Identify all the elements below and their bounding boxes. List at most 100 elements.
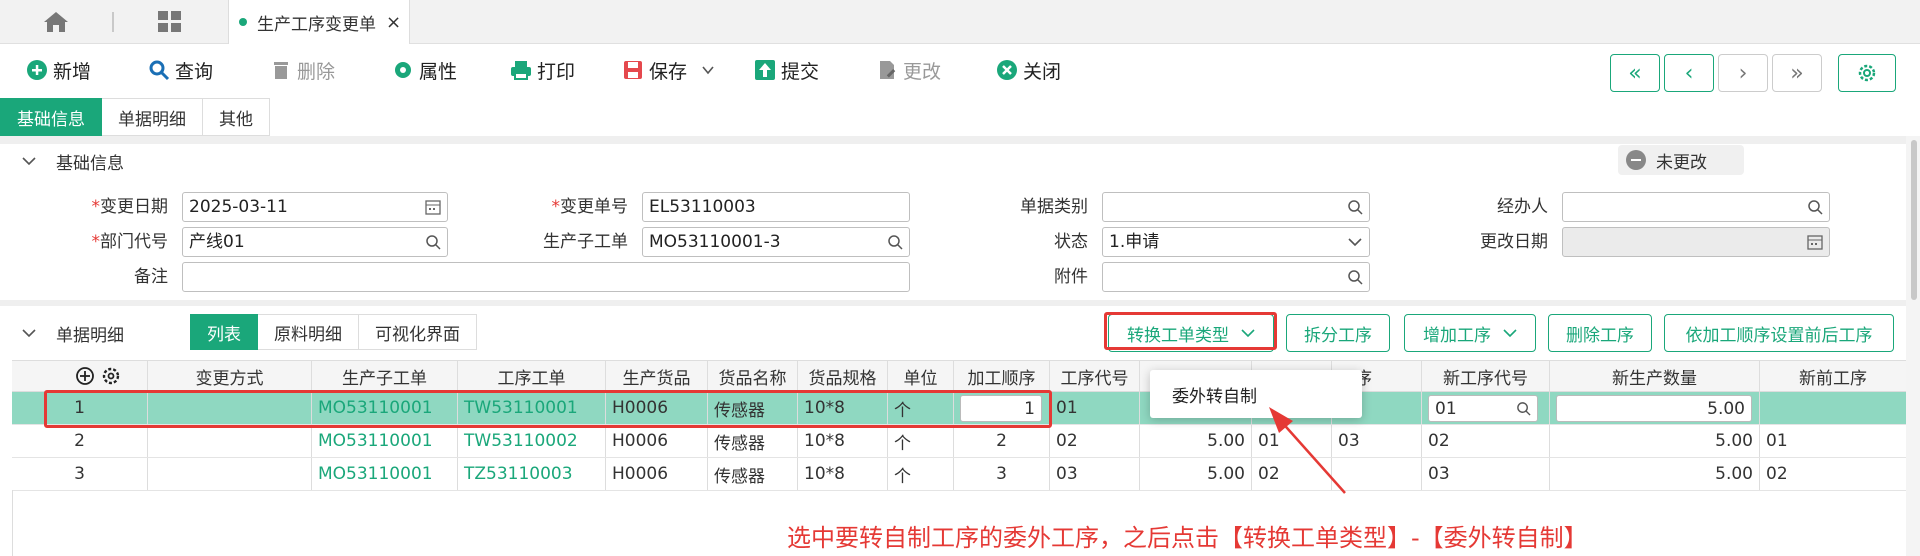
new-qty-input[interactable]: 5.00 — [1556, 395, 1752, 422]
cell-sub-order-link[interactable]: MO53110001 — [312, 425, 458, 457]
cell-method[interactable] — [148, 425, 312, 457]
change-date-field[interactable]: 2025-03-11 — [182, 192, 448, 222]
split-process-button[interactable]: 拆分工序 — [1286, 314, 1390, 352]
cell-method[interactable] — [148, 458, 312, 490]
set-order-button[interactable]: 依加工顺序设置前后工序 — [1664, 314, 1894, 352]
col-goods-name[interactable]: 货品名称 — [708, 361, 798, 391]
print-button[interactable]: 打印 — [510, 56, 575, 84]
tab-doc-detail[interactable]: 单据明细 — [102, 98, 203, 136]
cell-new-qty-wrap: 5.00 — [1550, 392, 1760, 424]
table-row[interactable]: 2 MO53110001 TW53110002 H0006 传感器 10*8 个… — [12, 425, 1906, 458]
search-icon[interactable] — [1807, 199, 1823, 215]
tab-basic-info[interactable]: 基础信息 — [0, 98, 102, 136]
search-icon[interactable] — [425, 234, 441, 250]
col-proc-code[interactable]: 工序代号 — [1050, 361, 1140, 391]
header-tools — [12, 361, 148, 391]
menu-item-outsource-to-self[interactable]: 委外转自制 — [1172, 382, 1257, 407]
cell-new-code-wrap: 01 — [1422, 392, 1550, 424]
status-badge: 未更改 — [1618, 145, 1744, 175]
tab-list[interactable]: 列表 — [190, 314, 258, 350]
cell-process-order-link[interactable]: TW53110002 — [458, 425, 606, 457]
doc-type-field[interactable] — [1102, 192, 1370, 222]
modify-button[interactable]: 更改 — [876, 56, 941, 84]
change-no-field[interactable]: EL53110003 — [642, 192, 910, 222]
col-new-prev[interactable]: 新前工序 — [1760, 361, 1906, 391]
col-goods[interactable]: 生产货品 — [606, 361, 708, 391]
chevron-down-icon[interactable] — [701, 63, 715, 77]
add-circle-icon[interactable] — [75, 366, 95, 386]
grid-border — [12, 490, 13, 556]
chevron-down-icon[interactable] — [1347, 234, 1363, 250]
new-code-input[interactable]: 01 — [1428, 395, 1538, 422]
tab-change-order[interactable]: 生产工序变更单 × — [228, 0, 410, 44]
instruction-annotation: 选中要转自制工序的委外工序，之后点击【转换工单类型】-【委外转自制】 — [787, 524, 1588, 552]
tab-other[interactable]: 其他 — [203, 98, 270, 136]
close-icon[interactable]: × — [386, 12, 401, 33]
delete-process-button[interactable]: 删除工序 — [1548, 314, 1652, 352]
query-button[interactable]: 查询 — [148, 56, 213, 84]
form-tabs: 基础信息 单据明细 其他 — [0, 98, 270, 136]
delete-label: 删除 — [297, 60, 336, 83]
attach-label: 附件 — [1054, 267, 1088, 287]
cell-goods: H0006 — [606, 425, 708, 457]
save-icon — [624, 61, 642, 79]
col-proc-seq[interactable]: 加工顺序 — [954, 361, 1050, 391]
next-record-button[interactable]: › — [1718, 54, 1768, 92]
last-record-button[interactable]: » — [1772, 54, 1822, 92]
cell-sub-order-link[interactable]: MO53110001 — [312, 458, 458, 490]
col-goods-spec[interactable]: 货品规格 — [798, 361, 888, 391]
state-select[interactable]: 1.申请 — [1102, 227, 1370, 257]
grid-icon[interactable] — [158, 11, 182, 33]
sub-order-label: 生产子工单 — [543, 232, 628, 252]
home-icon[interactable] — [42, 10, 70, 34]
search-icon[interactable] — [887, 234, 903, 250]
attach-field[interactable] — [1102, 262, 1370, 292]
doc-edit-icon — [880, 61, 896, 79]
search-icon[interactable] — [1516, 401, 1531, 416]
search-icon — [149, 60, 170, 81]
handler-field[interactable] — [1562, 192, 1830, 222]
dept-field[interactable]: 产线01 — [182, 227, 448, 257]
last-icon: » — [1790, 60, 1804, 86]
sub-order-field[interactable]: MO53110001-3 — [642, 227, 910, 257]
close-button[interactable]: 关闭 — [996, 56, 1061, 84]
search-icon[interactable] — [1347, 269, 1363, 285]
remark-field[interactable] — [182, 262, 910, 292]
col-sub-order[interactable]: 生产子工单 — [312, 361, 458, 391]
detail-sub-tabs: 列表 原料明细 可视化界面 — [190, 314, 477, 350]
chevron-down-icon — [22, 157, 36, 166]
col-change-method[interactable]: 变更方式 — [148, 361, 312, 391]
cell-seq: 3 — [954, 458, 1050, 490]
close-label: 关闭 — [1023, 60, 1062, 83]
search-icon[interactable] — [1347, 199, 1363, 215]
new-button[interactable]: 新增 — [26, 56, 91, 84]
plus-circle-icon — [27, 60, 47, 80]
prev-record-button[interactable]: ‹ — [1664, 54, 1714, 92]
gear-icon[interactable] — [101, 366, 121, 386]
props-button[interactable]: 属性 — [392, 56, 457, 84]
save-button[interactable]: 保存 — [622, 56, 715, 84]
gear-icon — [1858, 64, 1876, 82]
table-row[interactable]: 3 MO53110001 TZ53110003 H0006 传感器 10*8 个… — [12, 458, 1906, 491]
col-unit[interactable]: 单位 — [888, 361, 954, 391]
cell-new-code: 03 — [1422, 458, 1550, 490]
submit-button[interactable]: 提交 — [754, 56, 819, 84]
cell-process-order-link[interactable]: TZ53110003 — [458, 458, 606, 490]
delete-button[interactable]: 删除 — [270, 56, 335, 84]
col-process-order[interactable]: 工序工单 — [458, 361, 606, 391]
scrollbar-thumb[interactable] — [1911, 140, 1917, 300]
separator — [0, 300, 1920, 306]
col-new-qty[interactable]: 新生产数量 — [1550, 361, 1760, 391]
first-record-button[interactable]: « — [1610, 54, 1660, 92]
col-new-code[interactable]: 新工序代号 — [1422, 361, 1550, 391]
gear-icon — [395, 62, 411, 78]
dept-label: *部门代号 — [91, 232, 169, 252]
cell-qty: 5.00 — [1140, 458, 1252, 490]
add-process-button[interactable]: 增加工序 — [1404, 314, 1536, 352]
tab-material-detail[interactable]: 原料明细 — [258, 314, 359, 350]
calendar-icon[interactable] — [425, 199, 441, 215]
calendar-icon — [1807, 235, 1823, 250]
tab-visual[interactable]: 可视化界面 — [359, 314, 477, 350]
upload-icon — [755, 60, 775, 80]
settings-button[interactable] — [1838, 54, 1896, 92]
